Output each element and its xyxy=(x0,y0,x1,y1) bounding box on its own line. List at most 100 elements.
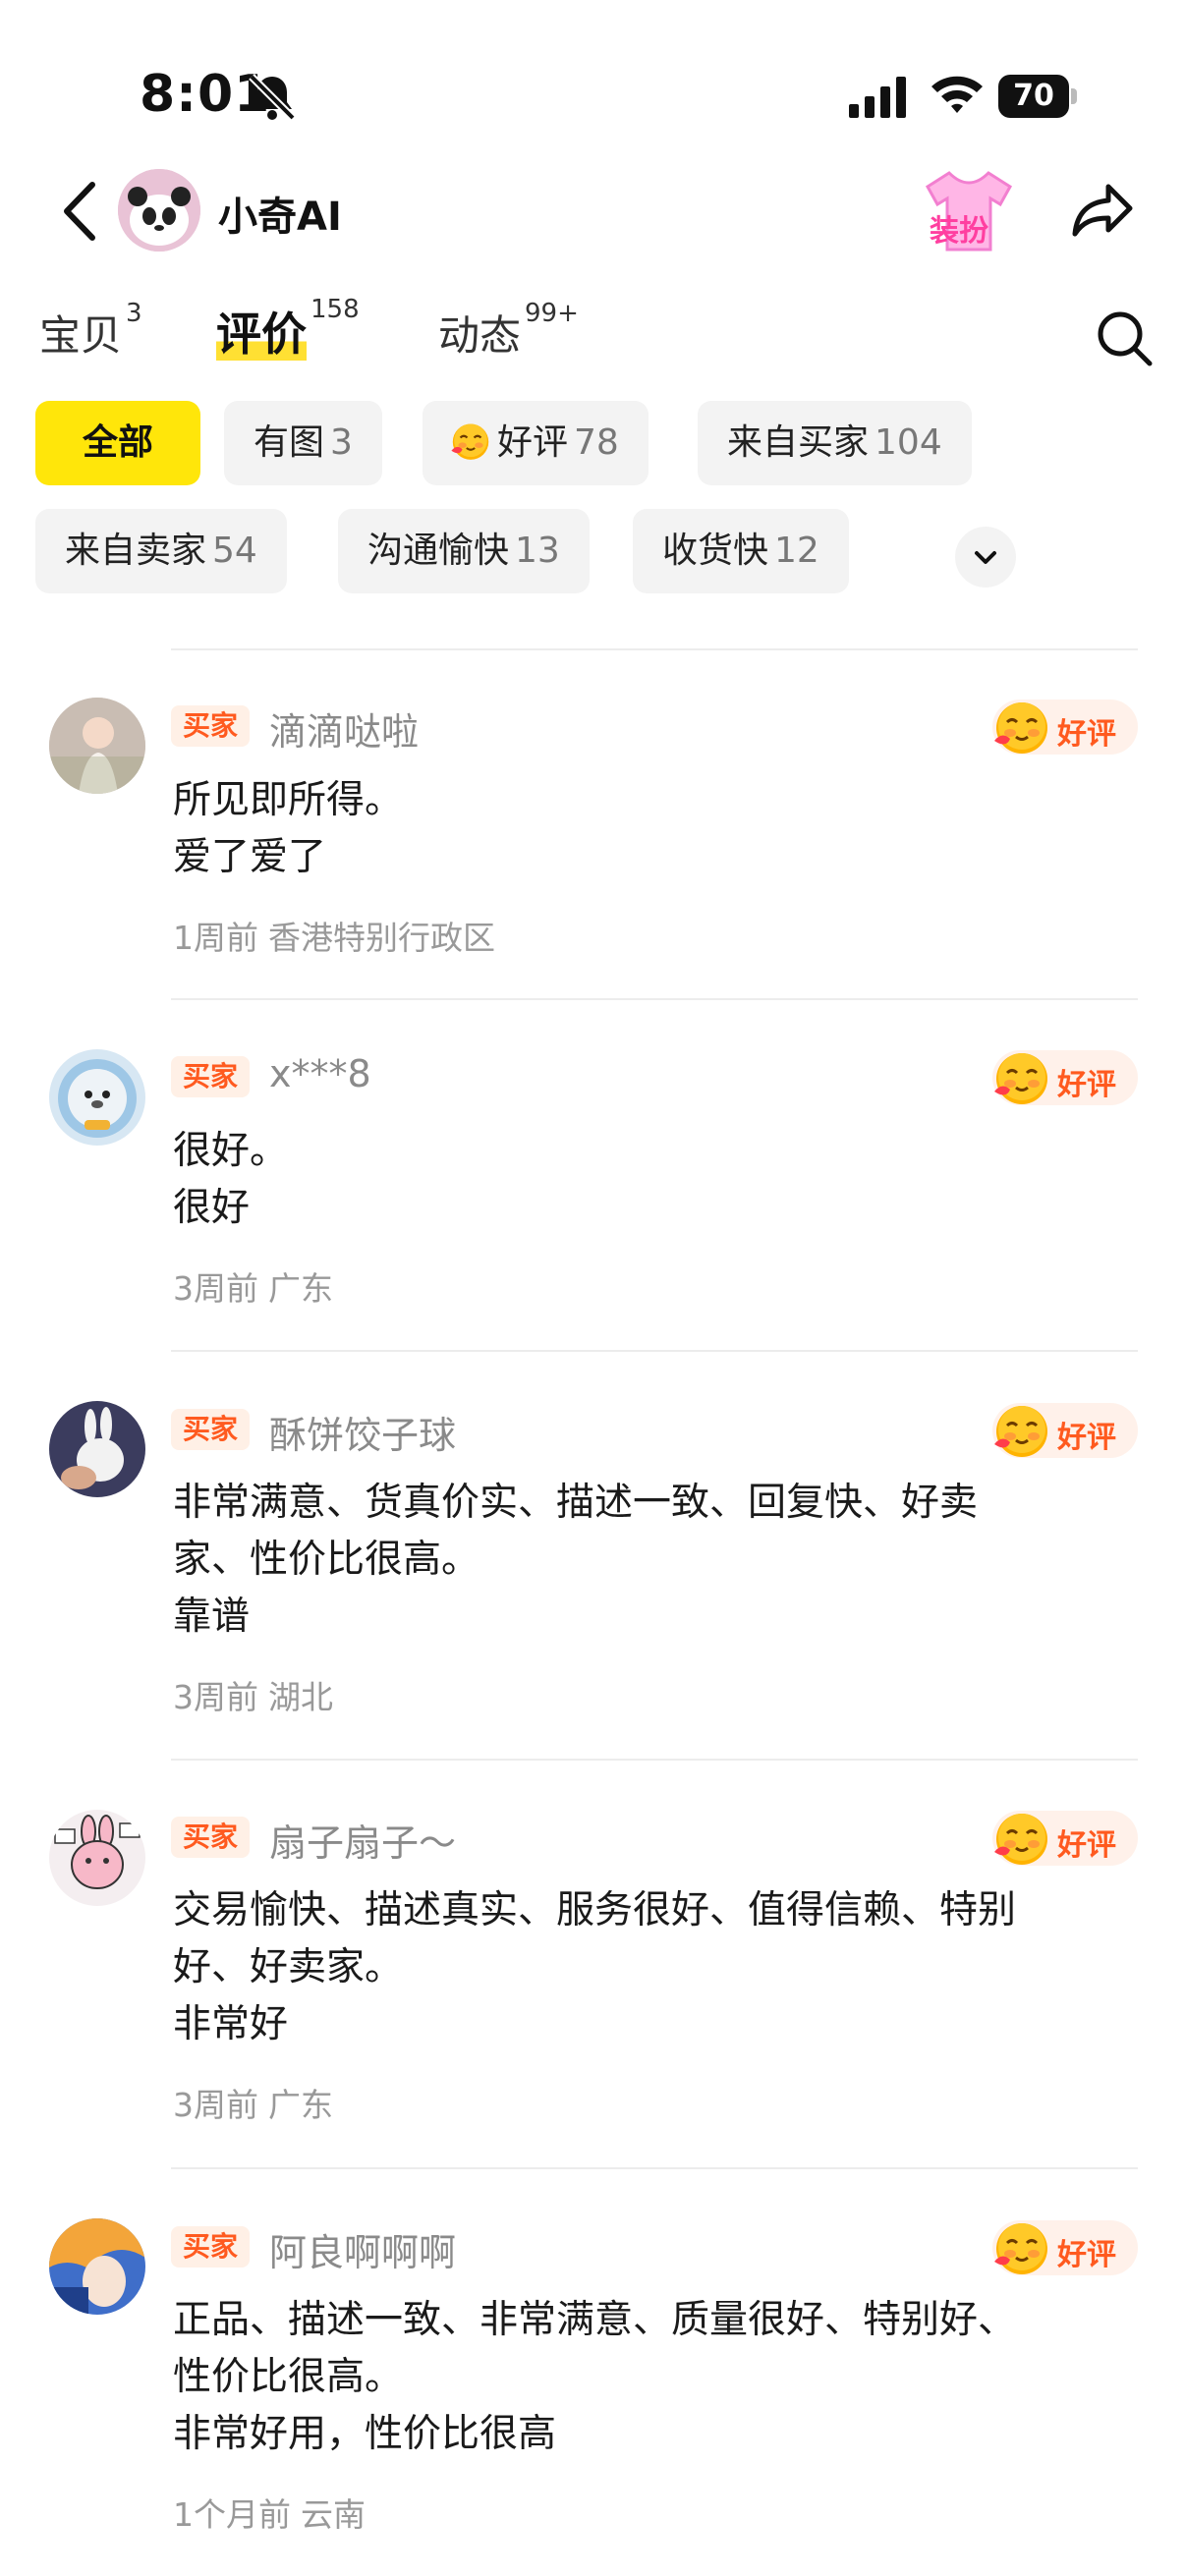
buyer-badge: 买家 xyxy=(171,1409,251,1450)
good-review-label: 好评 xyxy=(1057,2238,1116,2272)
divider xyxy=(171,1350,1138,1352)
tab-reviews[interactable]: 评价 158 xyxy=(216,295,360,364)
good-review-face-icon xyxy=(992,1401,1051,1460)
good-review-face-icon xyxy=(992,2218,1051,2277)
filter-label: 好评 xyxy=(497,422,569,463)
reviewer-avatar[interactable] xyxy=(49,698,145,794)
filter-all[interactable]: 全部 xyxy=(35,401,200,485)
review-time: 3周前 xyxy=(173,1678,258,1716)
good-review-label: 好评 xyxy=(1057,1068,1116,1102)
filter-count: 78 xyxy=(574,422,619,463)
anime-avatar-icon xyxy=(49,2218,145,2315)
reviewer-avatar[interactable] xyxy=(49,1401,145,1497)
filter-all-label: 全部 xyxy=(82,422,153,463)
filter-from-sellers[interactable]: 来自卖家 54 xyxy=(35,509,287,593)
reviewer-avatar[interactable] xyxy=(49,1049,145,1146)
review-time: 1周前 xyxy=(173,919,258,957)
review-region: 湖北 xyxy=(268,1678,333,1716)
tab-reviews-label: 评价 xyxy=(216,308,307,361)
back-arrow-icon[interactable] xyxy=(57,179,102,244)
review-region: 香港特别行政区 xyxy=(268,919,495,957)
reviewer-name[interactable]: x***8 xyxy=(269,1052,371,1095)
review-text: 正品、描述一致、非常满意、质量很好、特别好、 性价比很高。 非常好用，性价比很高 xyxy=(173,2292,1116,2463)
review-line: 正品、描述一致、非常满意、质量很好、特别好、 xyxy=(173,2298,1017,2342)
shop-name[interactable]: 小奇AI xyxy=(218,185,342,242)
reviews-page: 8:01 70 小奇AI 装扮 宝贝 3 评价 158 动态 99+ 全部 有图… xyxy=(0,0,1185,2576)
review-text: 非常满意、货真价实、描述一致、回复快、好卖 家、性价比很高。 靠谱 xyxy=(173,1475,1116,1646)
review-text: 很好。 很好 xyxy=(173,1123,1116,1237)
review-meta: 3周前 湖北 xyxy=(173,1671,333,1718)
tab-reviews-count: 158 xyxy=(310,295,360,324)
review-line: 家、性价比很高。 xyxy=(173,1538,480,1582)
chevron-down-icon xyxy=(975,551,996,564)
avatar-photo-icon xyxy=(49,698,145,794)
review-time: 3周前 xyxy=(173,2086,258,2124)
filter-positive[interactable]: 好评 78 xyxy=(423,401,649,485)
divider xyxy=(171,2167,1138,2169)
filter-label: 来自卖家 xyxy=(65,531,207,571)
buyer-badge: 买家 xyxy=(171,1056,251,1097)
review-line: 好、好卖家。 xyxy=(173,1945,404,1989)
dress-up-label[interactable]: 装扮 xyxy=(930,206,988,250)
tab-activity-count: 99+ xyxy=(525,299,579,328)
reviewer-avatar[interactable] xyxy=(49,2218,145,2315)
review-line: 很好 xyxy=(173,1186,251,1230)
buyer-badge: 买家 xyxy=(171,705,251,747)
good-review-badge: 好评 xyxy=(992,2220,1138,2275)
divider xyxy=(171,998,1138,1000)
shop-avatar[interactable] xyxy=(118,169,200,252)
review-line: 很好。 xyxy=(173,1129,289,1173)
good-review-label: 好评 xyxy=(1057,1828,1116,1863)
expand-filters-button[interactable] xyxy=(955,527,1016,588)
share-icon[interactable] xyxy=(1069,179,1134,242)
good-review-badge: 好评 xyxy=(992,700,1138,755)
tab-activity-label: 动态 xyxy=(438,311,522,360)
panda-avatar-icon xyxy=(118,169,200,252)
review-meta: 3周前 广东 xyxy=(173,1262,333,1310)
good-review-face-icon xyxy=(992,698,1051,756)
review-line: 交易愉快、描述真实、服务很好、值得信赖、特别 xyxy=(173,1888,1017,1932)
review-line: 爱了爱了 xyxy=(173,835,327,879)
good-review-badge: 好评 xyxy=(992,1811,1138,1866)
review-time: 1个月前 xyxy=(173,2495,291,2534)
review-line: 所见即所得。 xyxy=(173,778,404,822)
battery-icon: 70 xyxy=(998,75,1077,118)
tab-items[interactable]: 宝贝 3 xyxy=(39,299,142,363)
tab-activity[interactable]: 动态 99+ xyxy=(438,299,579,363)
tab-items-count: 3 xyxy=(126,299,142,328)
search-icon[interactable] xyxy=(1095,308,1154,367)
review-text: 所见即所得。 爱了爱了 xyxy=(173,772,1116,886)
review-line: 靠谱 xyxy=(173,1595,251,1639)
cartoon-rabbit-avatar-icon xyxy=(49,1810,145,1906)
divider xyxy=(171,648,1138,650)
filter-with-images[interactable]: 有图 3 xyxy=(224,401,382,485)
filter-from-buyers[interactable]: 来自买家 104 xyxy=(698,401,972,485)
filter-fast-delivery[interactable]: 收货快 12 xyxy=(633,509,849,593)
good-review-label: 好评 xyxy=(1057,717,1116,752)
tab-bar: 宝贝 3 评价 158 动态 99+ xyxy=(0,295,1185,373)
rabbit-photo-avatar-icon xyxy=(49,1401,145,1497)
review-region: 广东 xyxy=(268,1269,333,1308)
filter-count: 3 xyxy=(330,422,353,463)
review-line: 非常满意、货真价实、描述一致、回复快、好卖 xyxy=(173,1481,979,1525)
filter-label: 收货快 xyxy=(662,531,769,571)
filter-count: 54 xyxy=(212,531,257,571)
reviewer-name[interactable]: 酥饼饺子球 xyxy=(269,1405,456,1459)
filter-pleasant-communication[interactable]: 沟通愉快 13 xyxy=(338,509,590,593)
buyer-badge: 买家 xyxy=(171,2226,251,2268)
status-bar: 8:01 70 xyxy=(0,0,1185,177)
filter-label: 有图 xyxy=(254,422,325,463)
review-line: 性价比很高。 xyxy=(173,2355,404,2399)
wifi-icon xyxy=(931,76,983,113)
review-time: 3周前 xyxy=(173,1269,258,1308)
filter-count: 13 xyxy=(515,531,560,571)
review-meta: 1个月前 云南 xyxy=(173,2489,366,2536)
reviewer-name[interactable]: 扇子扇子～ xyxy=(269,1813,456,1867)
reviewer-avatar[interactable] xyxy=(49,1810,145,1906)
review-meta: 1周前 香港特别行政区 xyxy=(173,912,495,959)
reviewer-name[interactable]: 滴滴哒啦 xyxy=(269,701,419,756)
battery-level: 70 xyxy=(1013,79,1054,113)
cellular-signal-icon xyxy=(849,77,906,118)
review-meta: 3周前 广东 xyxy=(173,2079,333,2126)
reviewer-name[interactable]: 阿良啊啊啊 xyxy=(269,2222,456,2276)
